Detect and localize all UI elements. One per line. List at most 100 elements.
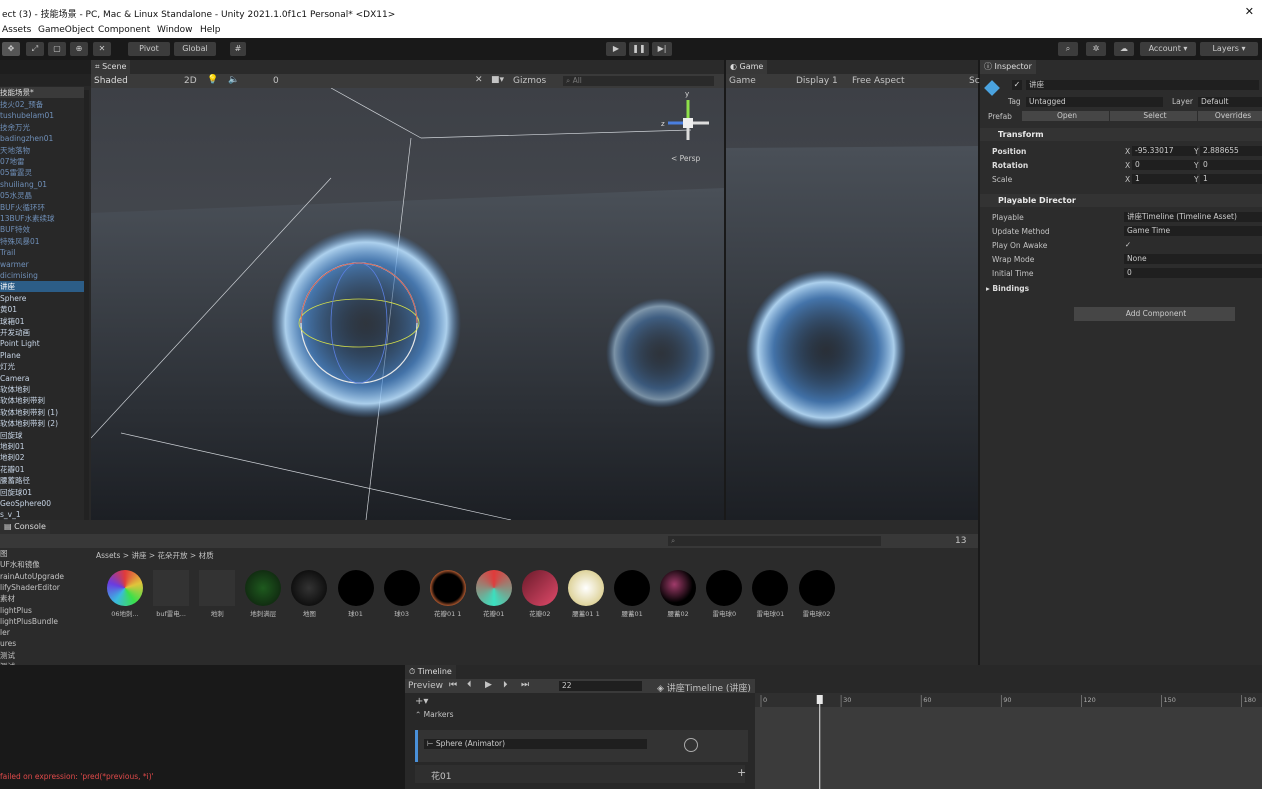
project-folder-item[interactable]: lightPlus <box>0 605 90 616</box>
console-error[interactable]: failed on expression: 'pred(*previous, *… <box>0 772 405 784</box>
hierarchy-item[interactable]: 灯光 <box>0 361 84 372</box>
layers-dropdown[interactable]: Layers ▾ <box>1200 42 1258 56</box>
hierarchy-item[interactable]: Sphere <box>0 293 84 304</box>
hierarchy-item[interactable]: 技余万光 <box>0 122 84 133</box>
project-folder-item[interactable]: ler <box>0 627 90 638</box>
asset-item[interactable]: 雷电球01 <box>751 570 789 618</box>
hierarchy-item[interactable]: Camera <box>0 373 84 384</box>
hierarchy-item[interactable]: 天地落物 <box>0 145 84 156</box>
tab-game[interactable]: ◐ Game <box>726 60 768 74</box>
asset-item[interactable]: 花瓣02 <box>521 570 559 618</box>
asset-item[interactable]: 球01 <box>337 570 375 618</box>
breadcrumb-item[interactable]: 材质 <box>199 551 214 560</box>
hierarchy-item[interactable]: shuiliang_01 <box>0 179 84 190</box>
asset-item[interactable]: 地刺满层 <box>244 570 282 618</box>
hierarchy-item[interactable]: Trail <box>0 247 84 258</box>
hierarchy-item[interactable]: 地刺01 <box>0 441 84 452</box>
gizmos-dropdown[interactable]: Gizmos <box>513 76 546 86</box>
light-icon[interactable]: 💡 <box>207 75 218 85</box>
hierarchy-item[interactable]: 回旋球01 <box>0 487 84 498</box>
position-y-field[interactable]: 2.888655 <box>1200 146 1262 156</box>
prefab-open-button[interactable]: Open <box>1022 111 1109 121</box>
project-folder-item[interactable]: 测试 <box>0 650 90 661</box>
position-x-field[interactable]: -95.33017 <box>1132 146 1197 156</box>
project-folder-item[interactable]: UF水和镜像 <box>0 559 90 570</box>
custom-tool-icon[interactable]: ✕ <box>93 42 111 56</box>
hierarchy-item[interactable]: 05水灵晶 <box>0 190 84 201</box>
play-button[interactable]: ▶ <box>606 42 626 56</box>
scale-x-field[interactable]: 1 <box>1132 174 1197 184</box>
active-checkbox[interactable]: ✓ <box>1012 80 1022 90</box>
playable-director-header[interactable]: Playable Director <box>980 194 1262 207</box>
preview-button[interactable]: Preview <box>408 681 443 691</box>
timeline-ruler[interactable]: 0 30 60 90 120 150 180 <box>755 693 1262 789</box>
asset-item[interactable]: 球03 <box>383 570 421 618</box>
scene-header-row[interactable]: 技能场景* <box>0 87 84 98</box>
record-icon[interactable] <box>684 738 698 752</box>
pivot-button[interactable]: Pivot <box>128 42 170 56</box>
move-tool-icon[interactable]: ⤢ <box>26 42 44 56</box>
hierarchy-item[interactable]: 花瓣01 <box>0 464 84 475</box>
project-folder-item[interactable]: ures <box>0 638 90 649</box>
track-binding-field[interactable]: ⊢ Sphere (Animator) <box>424 739 647 749</box>
asset-item[interactable]: 腰蓄02 <box>659 570 697 618</box>
audio-icon[interactable]: 🔈 <box>228 75 239 85</box>
tools-icon[interactable]: ✕ <box>475 75 483 85</box>
next-frame-icon[interactable]: ⏵ <box>503 680 508 690</box>
add-clip-icon[interactable]: + <box>737 766 746 779</box>
hierarchy-item[interactable]: badingzhen01 <box>0 133 84 144</box>
add-track-button[interactable]: +▾ <box>415 696 428 707</box>
play-on-awake-checkbox[interactable]: ✓ <box>1124 240 1132 250</box>
object-name-field[interactable]: 讲座 <box>1026 80 1259 90</box>
menu-component[interactable]: Component <box>98 25 150 35</box>
track-flower[interactable]: 花01 + <box>415 765 746 783</box>
scale-y-field[interactable]: 1 <box>1200 174 1262 184</box>
breadcrumb-item[interactable]: 讲座 <box>131 551 146 560</box>
hierarchy-item[interactable]: 球箱01 <box>0 316 84 327</box>
hierarchy-item[interactable]: 讲座 <box>0 281 84 293</box>
frame-field[interactable]: 22 <box>559 681 642 691</box>
add-component-button[interactable]: Add Component <box>1074 307 1235 321</box>
rotation-y-field[interactable]: 0 <box>1200 160 1262 170</box>
markers-row[interactable]: ⌃ Markers <box>415 710 745 722</box>
goto-end-icon[interactable]: ⏭ <box>521 680 529 690</box>
layer-dropdown[interactable]: Default <box>1198 97 1262 107</box>
timeline-play-icon[interactable]: ▶ <box>485 680 492 690</box>
hierarchy-item[interactable]: 腰蓄路径 <box>0 475 84 486</box>
menu-gameobject[interactable]: GameObject <box>38 25 94 35</box>
scale-label[interactable]: Sc <box>969 76 980 86</box>
tab-console[interactable]: ▤ Console <box>0 520 50 534</box>
asset-item[interactable]: 雷电球0 <box>705 570 743 618</box>
global-button[interactable]: Global <box>174 42 216 56</box>
asset-item[interactable]: 腰蓄01 <box>613 570 651 618</box>
search-icon[interactable]: ⌕ <box>1058 42 1078 56</box>
asset-item[interactable]: 腰蓄01 1 <box>567 570 605 618</box>
hierarchy-item[interactable]: 软体地刺带刺 (1) <box>0 407 84 418</box>
hierarchy-item[interactable]: 软体地刺带刺 <box>0 395 84 406</box>
menu-assets[interactable]: Assets <box>2 25 31 35</box>
account-dropdown[interactable]: Account ▾ <box>1140 42 1196 56</box>
tab-scene[interactable]: ⌗ Scene <box>91 60 131 74</box>
tab-inspector[interactable]: ⓘ Inspector <box>980 60 1036 74</box>
persp-label[interactable]: < Persp <box>671 154 701 163</box>
project-folder-item[interactable]: 素材 <box>0 593 90 604</box>
asset-item[interactable]: 地刺 <box>198 570 236 618</box>
asset-item[interactable]: buf雷电... <box>152 570 190 618</box>
transform-tool-icon[interactable]: ⊕ <box>70 42 88 56</box>
hierarchy-scrollbar[interactable] <box>84 90 89 520</box>
transform-header[interactable]: Transform <box>980 128 1262 141</box>
breadcrumb-item[interactable]: Assets <box>96 551 120 560</box>
track-sphere[interactable]: ⊢ Sphere (Animator) <box>415 730 748 762</box>
hierarchy-item[interactable]: 开发动画 <box>0 327 84 338</box>
cloud-icon[interactable]: ☁ <box>1114 42 1134 56</box>
game-viewport[interactable] <box>726 88 978 520</box>
goto-start-icon[interactable]: ⏮ <box>449 680 457 690</box>
hierarchy-item[interactable]: dicimising <box>0 270 84 281</box>
prefab-select-button[interactable]: Select <box>1110 111 1197 121</box>
project-folder-item[interactable]: 图 <box>0 548 90 559</box>
hierarchy-item[interactable]: s_v_1 <box>0 509 84 520</box>
timeline-asset-label[interactable]: ◈ 讲座Timeline (讲座) <box>657 681 751 694</box>
hierarchy-item[interactable]: Plane <box>0 350 84 361</box>
hierarchy-item[interactable]: BUF火循环环 <box>0 202 84 213</box>
asset-item[interactable]: 06地刺... <box>106 570 144 618</box>
